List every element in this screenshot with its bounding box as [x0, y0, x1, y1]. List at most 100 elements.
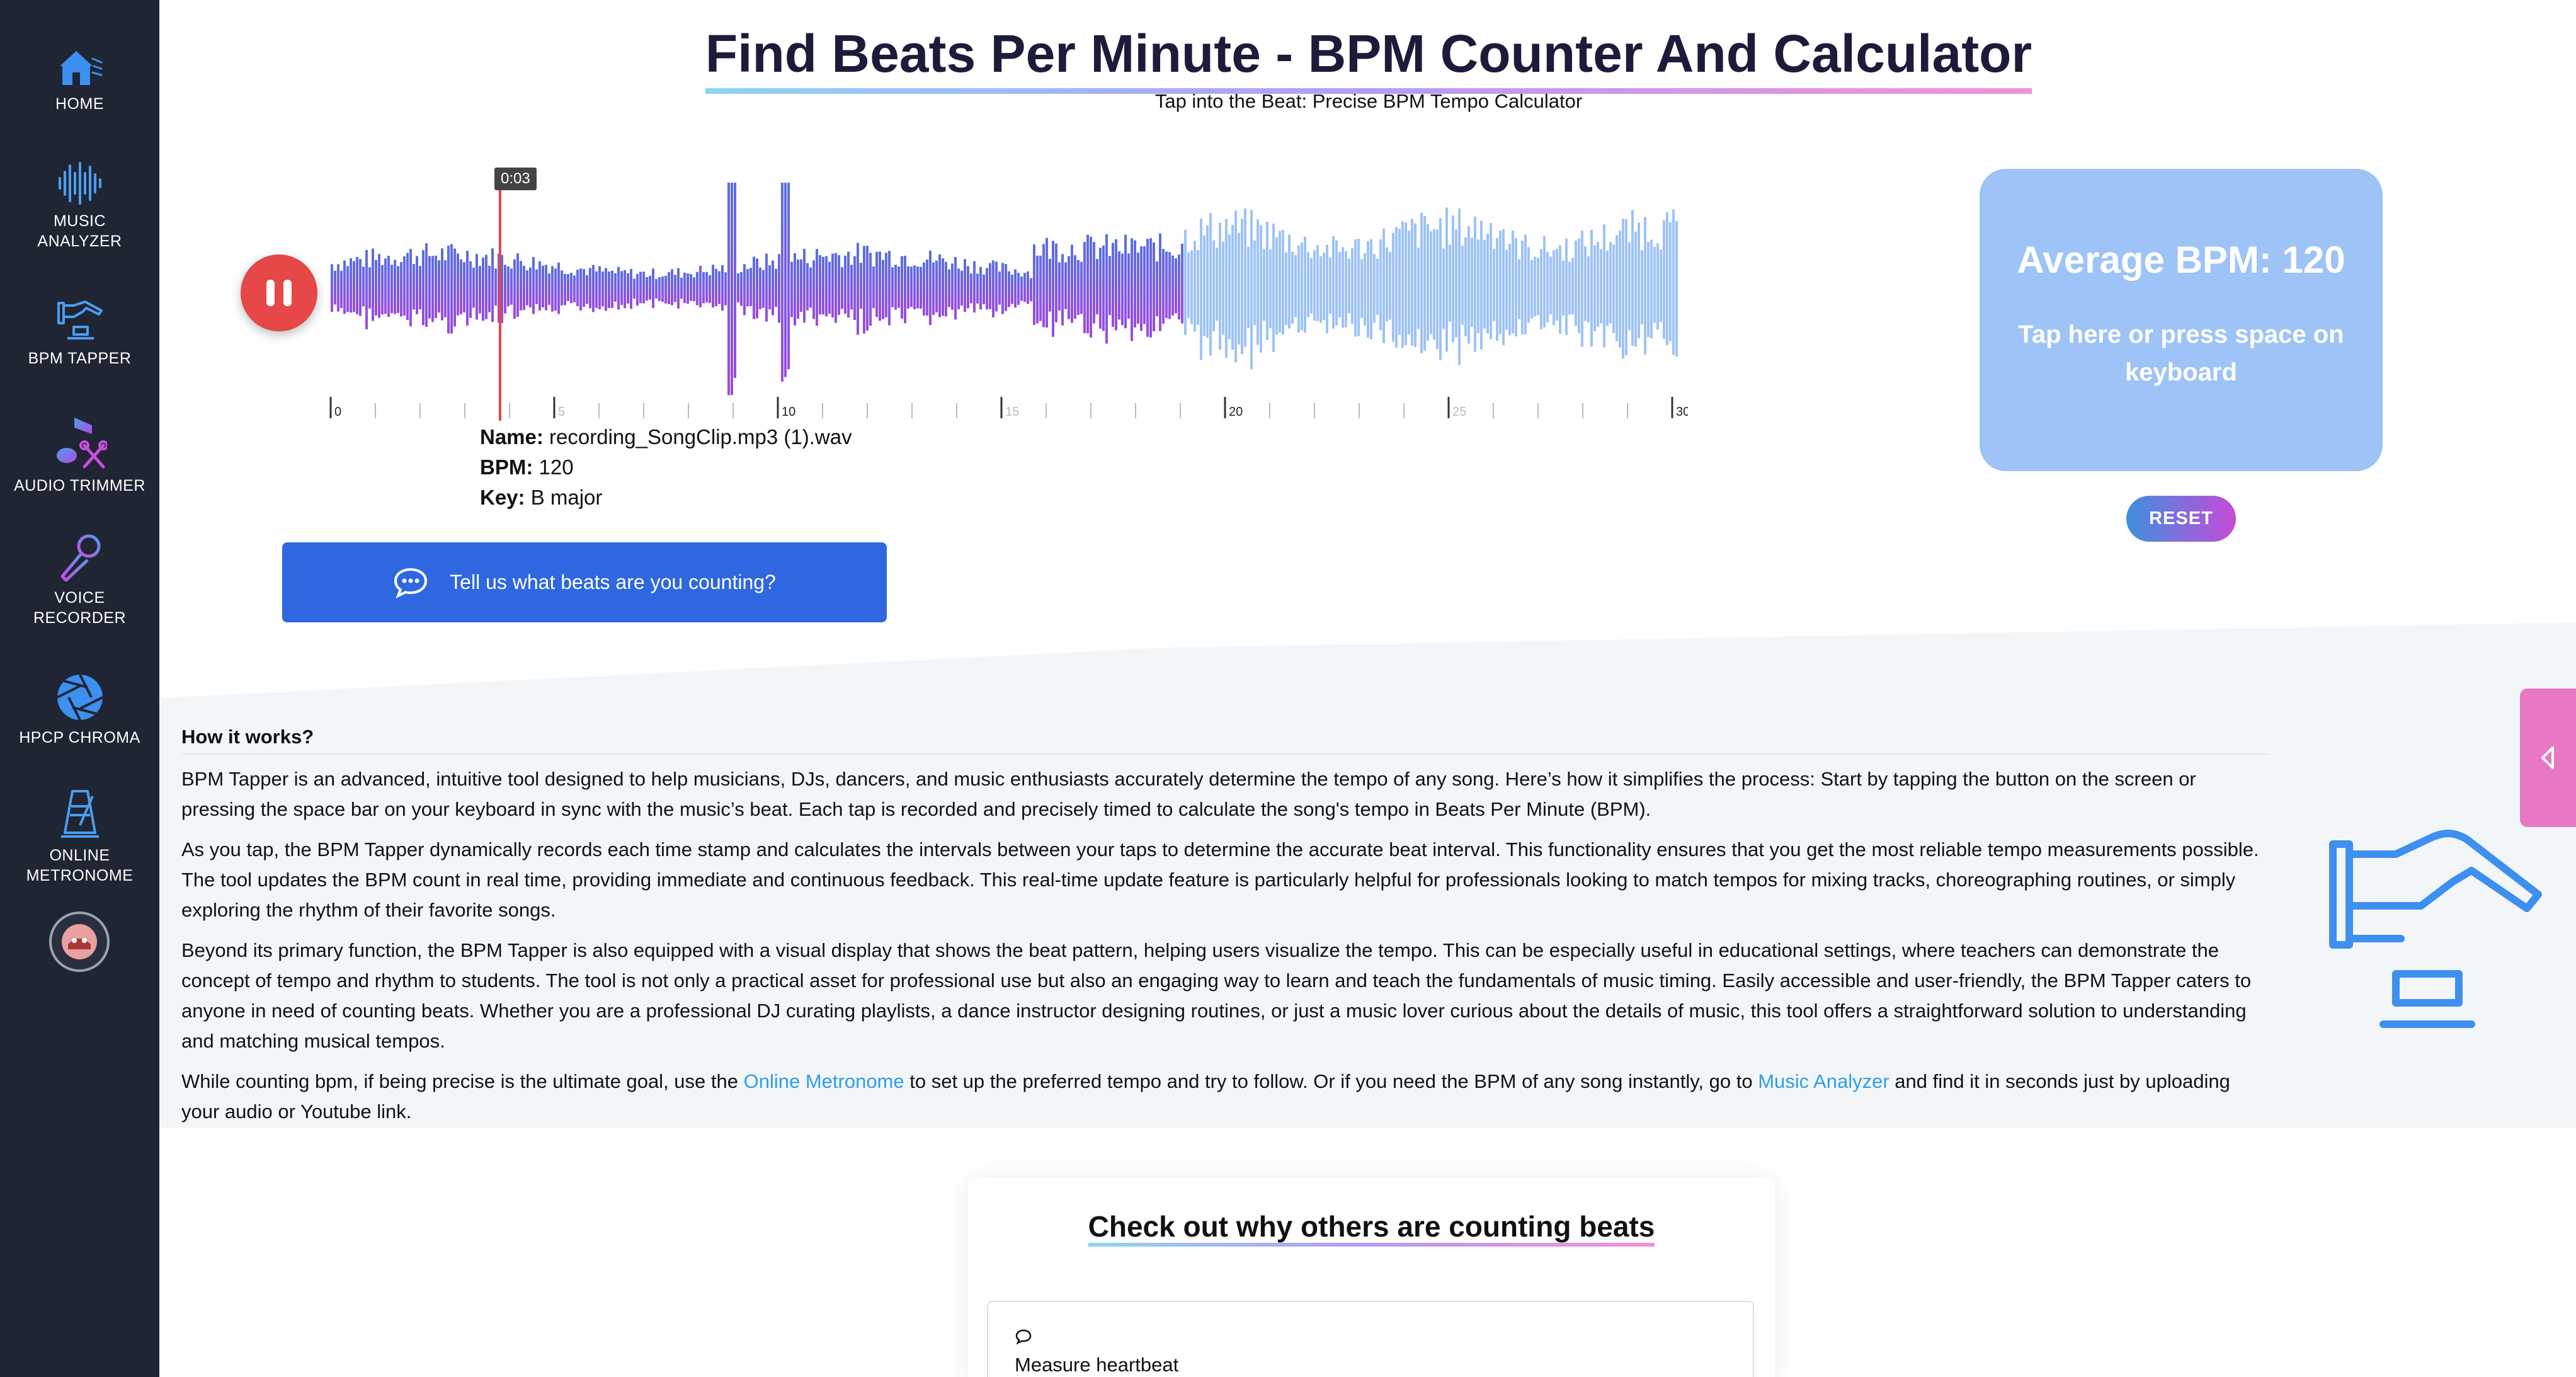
- waveform-bar: [570, 272, 573, 304]
- waveform-bar: [1143, 246, 1146, 324]
- waveform-bar: [1228, 234, 1231, 340]
- waveform-bar: [976, 273, 979, 304]
- waveform-bar: [1146, 239, 1149, 337]
- waveform-bar: [548, 273, 550, 305]
- waveform-bar: [1578, 238, 1580, 334]
- waveform-bar: [658, 277, 661, 301]
- sidebar-item-home[interactable]: HOME: [0, 47, 159, 114]
- bpm-tap-area[interactable]: Average BPM: 120 Tap here or press space…: [1980, 169, 2383, 471]
- waveform-bar: [1269, 249, 1272, 329]
- waveform-bar: [649, 275, 651, 300]
- waveform-bar: [350, 258, 352, 313]
- waveform-bar: [394, 260, 396, 314]
- waveform-bar: [920, 266, 922, 309]
- waveform-bar: [1187, 252, 1190, 318]
- feedback-button-label: Tell us what beats are you counting?: [450, 571, 776, 593]
- waveform-bar: [983, 274, 985, 304]
- waveform-bar: [1433, 229, 1435, 340]
- waveform-bar: [1480, 220, 1483, 350]
- waveform-bar: [967, 266, 969, 309]
- track-info: Name: recording_SongClip.mp3 (1).wav BPM…: [480, 422, 852, 513]
- waveform-bar: [636, 273, 639, 306]
- waveform-bar: [1537, 258, 1539, 316]
- waveform-bar: [1253, 240, 1256, 326]
- waveform-bar: [1279, 231, 1281, 333]
- waveform-bar: [1077, 260, 1080, 316]
- music-analyzer-link[interactable]: Music Analyzer: [1758, 1070, 1889, 1092]
- waveform-bar: [1219, 222, 1221, 350]
- waveform-bar: [1442, 248, 1445, 329]
- waveform-bar: [368, 267, 371, 309]
- sidebar-item-label: HPCP CHROMA: [19, 729, 140, 746]
- waveform-bar: [1017, 273, 1020, 305]
- waveform-bar: [863, 246, 865, 334]
- waveform-bar: [447, 245, 450, 334]
- waveform-bar: [790, 261, 793, 317]
- sidebar-item-online-metronome[interactable]: ONLINE METRONOME: [0, 787, 159, 886]
- waveform-bar: [727, 183, 730, 396]
- waveform-bar: [1392, 232, 1394, 342]
- waveform-bar: [1631, 210, 1634, 346]
- waveform-bar: [1014, 269, 1017, 308]
- pause-button[interactable]: [241, 254, 317, 331]
- sidebar-item-audio-trimmer[interactable]: AUDIO TRIMMER: [0, 413, 159, 496]
- waveform-bar: [469, 261, 472, 318]
- waveform-bar: [633, 278, 635, 299]
- waveform-bar: [1483, 239, 1486, 329]
- waveform-bar: [652, 268, 654, 308]
- waveform-bar: [1112, 243, 1114, 327]
- waveform-bar: [646, 277, 648, 301]
- waveform-bar: [1049, 258, 1051, 312]
- waveform-bar: [523, 265, 525, 311]
- waveform-bar: [806, 263, 809, 311]
- chevron-left-icon: [2541, 746, 2554, 769]
- waveform-bar: [765, 253, 768, 322]
- waveform-bar: [1650, 239, 1653, 339]
- sidebar-item-music-analyzer[interactable]: MUSIC ANALYZER: [0, 161, 159, 251]
- current-time-label: 0:03: [494, 168, 537, 190]
- sidebar-item-hpcp-chroma[interactable]: HPCP CHROMA: [0, 672, 159, 748]
- waveform-bar: [617, 266, 620, 310]
- waveform-bar: [416, 256, 418, 314]
- waveform-bar: [718, 271, 721, 304]
- waveform-bar: [507, 266, 510, 307]
- reason-item[interactable]: Measure heartbeat: [987, 1301, 1754, 1377]
- online-metronome-link[interactable]: Online Metronome: [744, 1070, 904, 1092]
- user-avatar-icon: [62, 924, 97, 959]
- sidebar-item-label: VOICE RECORDER: [33, 589, 127, 627]
- waveform-bar: [816, 249, 818, 326]
- waveform-bar: [1606, 250, 1609, 326]
- waveform-bar: [749, 268, 752, 306]
- waveform-bar: [888, 251, 891, 326]
- waveform-bar: [1603, 224, 1605, 348]
- track-key-row: Key: B major: [480, 483, 852, 513]
- waveform-bar: [674, 275, 676, 302]
- waveform-bar: [532, 257, 535, 314]
- waveform-bar: [1162, 249, 1165, 324]
- waveform-bar: [1609, 242, 1612, 324]
- feedback-button[interactable]: Tell us what beats are you counting?: [282, 542, 887, 622]
- waveform-bar: [1628, 242, 1631, 331]
- waveform-bar: [1338, 251, 1341, 318]
- waveform-bar: [1102, 245, 1105, 331]
- reset-button[interactable]: RESET: [2126, 496, 2236, 542]
- waveform-bar: [564, 273, 566, 306]
- waveform-bar: [504, 265, 506, 314]
- sidebar-item-voice-recorder[interactable]: VOICE RECORDER: [0, 532, 159, 628]
- waveform-bar: [1669, 222, 1672, 341]
- chat-bubble-icon: [1015, 1329, 1032, 1345]
- audio-waveform[interactable]: 0 5 10 15 20 25 30: [328, 164, 1688, 428]
- waveform-bar: [885, 253, 887, 317]
- waveform-bar: [929, 250, 932, 326]
- sidebar-item-bpm-tapper[interactable]: BPM TAPPER: [0, 299, 159, 369]
- waveform-bar: [935, 260, 938, 312]
- waveform-bar: [1108, 256, 1111, 316]
- waveform-bar: [460, 259, 462, 315]
- waveform-bar: [340, 270, 343, 309]
- waveform-bar: [1068, 256, 1070, 319]
- waveform-bar: [1436, 229, 1439, 350]
- waveform-bar: [882, 260, 884, 319]
- avatar[interactable]: [49, 911, 110, 972]
- side-panel-toggle[interactable]: [2520, 688, 2576, 827]
- waveform-bar: [1115, 239, 1117, 331]
